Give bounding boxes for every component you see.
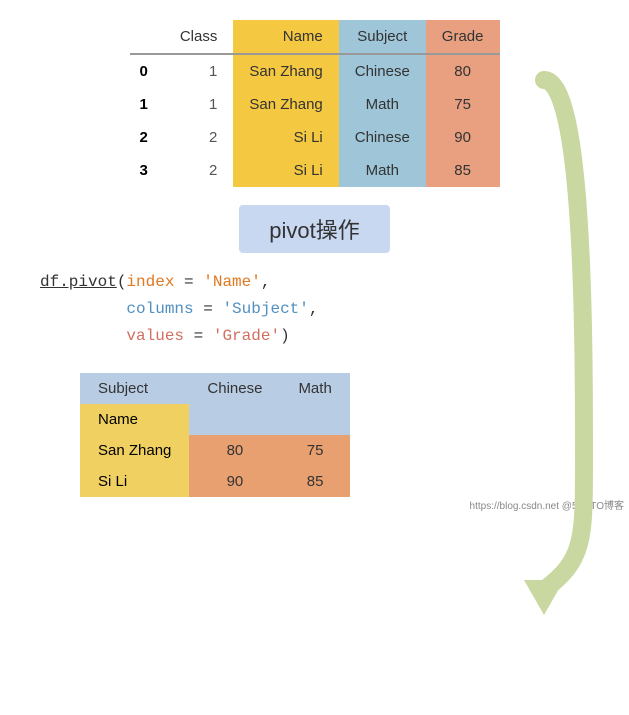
bottom-table-row: San Zhang 80 75 [80, 435, 350, 466]
row-2-grade: 90 [426, 121, 500, 154]
row-3-idx: 3 [130, 154, 164, 187]
row-2-name: Si Li [233, 121, 338, 154]
bottom-empty-2 [280, 404, 349, 435]
table-row: 2 2 Si Li Chinese 90 [130, 121, 500, 154]
top-table-wrapper: Class Name Subject Grade 0 1 San Zhang C… [130, 20, 500, 187]
bottom-table-row: Si Li 90 85 [80, 466, 350, 497]
code-line-3: df.pivot(values = 'Grade') [40, 323, 318, 350]
code-block: df.pivot(index = 'Name', df.pivot(column… [40, 269, 318, 351]
row-1-subject: Math [339, 88, 426, 121]
bottom-header-row: Subject Chinese Math [80, 373, 350, 404]
idx-header [130, 20, 164, 54]
row-3-subject: Math [339, 154, 426, 187]
grade-header: Grade [426, 20, 500, 54]
bottom-math-header: Math [280, 373, 349, 404]
code-df: df.pivot [40, 273, 117, 291]
code-line-1: df.pivot(index = 'Name', [40, 269, 318, 296]
table-row: 0 1 San Zhang Chinese 80 [130, 54, 500, 88]
row-0-idx: 0 [130, 54, 164, 88]
row-1-class: 1 [164, 88, 234, 121]
class-header: Class [164, 20, 234, 54]
row-2-idx: 2 [130, 121, 164, 154]
bottom-name-row: Name [80, 404, 350, 435]
source-table: Class Name Subject Grade 0 1 San Zhang C… [130, 20, 500, 187]
row-1-name: San Zhang [233, 88, 338, 121]
row-0-name: San Zhang [233, 54, 338, 88]
row-1-idx: 1 [130, 88, 164, 121]
row-3-name: Si Li [233, 154, 338, 187]
code-columns-param: columns [126, 300, 193, 318]
row-0-class: 1 [164, 54, 234, 88]
code-index-val: 'Name' [203, 273, 261, 291]
code-open-paren: ( [117, 273, 127, 291]
row-0-grade: 80 [426, 54, 500, 88]
row-2-class: 2 [164, 121, 234, 154]
row-3-class: 2 [164, 154, 234, 187]
bottom-chinese-header: Chinese [189, 373, 280, 404]
row-3-grade: 85 [426, 154, 500, 187]
bottom-row-1-chinese: 90 [189, 466, 280, 497]
bottom-row-0-math: 75 [280, 435, 349, 466]
code-index-param: index [126, 273, 174, 291]
code-values-val: 'Grade' [213, 327, 280, 345]
code-line-2: df.pivot(columns = 'Subject', [40, 296, 318, 323]
code-values-param: values [126, 327, 184, 345]
bottom-table-wrapper: Subject Chinese Math Name San Zhang 80 7… [80, 373, 350, 497]
bottom-row-1-math: 85 [280, 466, 349, 497]
bottom-row-1-name: Si Li [80, 466, 189, 497]
code-columns-val: 'Subject' [222, 300, 308, 318]
table-row: 1 1 San Zhang Math 75 [130, 88, 500, 121]
row-1-grade: 75 [426, 88, 500, 121]
pivot-operation-label: pivot操作 [239, 205, 389, 253]
main-container: Class Name Subject Grade 0 1 San Zhang C… [0, 0, 629, 517]
name-header: Name [233, 20, 338, 54]
pivot-arrow [489, 60, 599, 620]
result-table: Subject Chinese Math Name San Zhang 80 7… [80, 373, 350, 497]
subject-header: Subject [339, 20, 426, 54]
bottom-name-label: Name [80, 404, 189, 435]
table-row: 3 2 Si Li Math 85 [130, 154, 500, 187]
bottom-row-0-chinese: 80 [189, 435, 280, 466]
row-2-subject: Chinese [339, 121, 426, 154]
row-0-subject: Chinese [339, 54, 426, 88]
bottom-subject-header: Subject [80, 373, 189, 404]
bottom-empty-1 [189, 404, 280, 435]
bottom-row-0-name: San Zhang [80, 435, 189, 466]
